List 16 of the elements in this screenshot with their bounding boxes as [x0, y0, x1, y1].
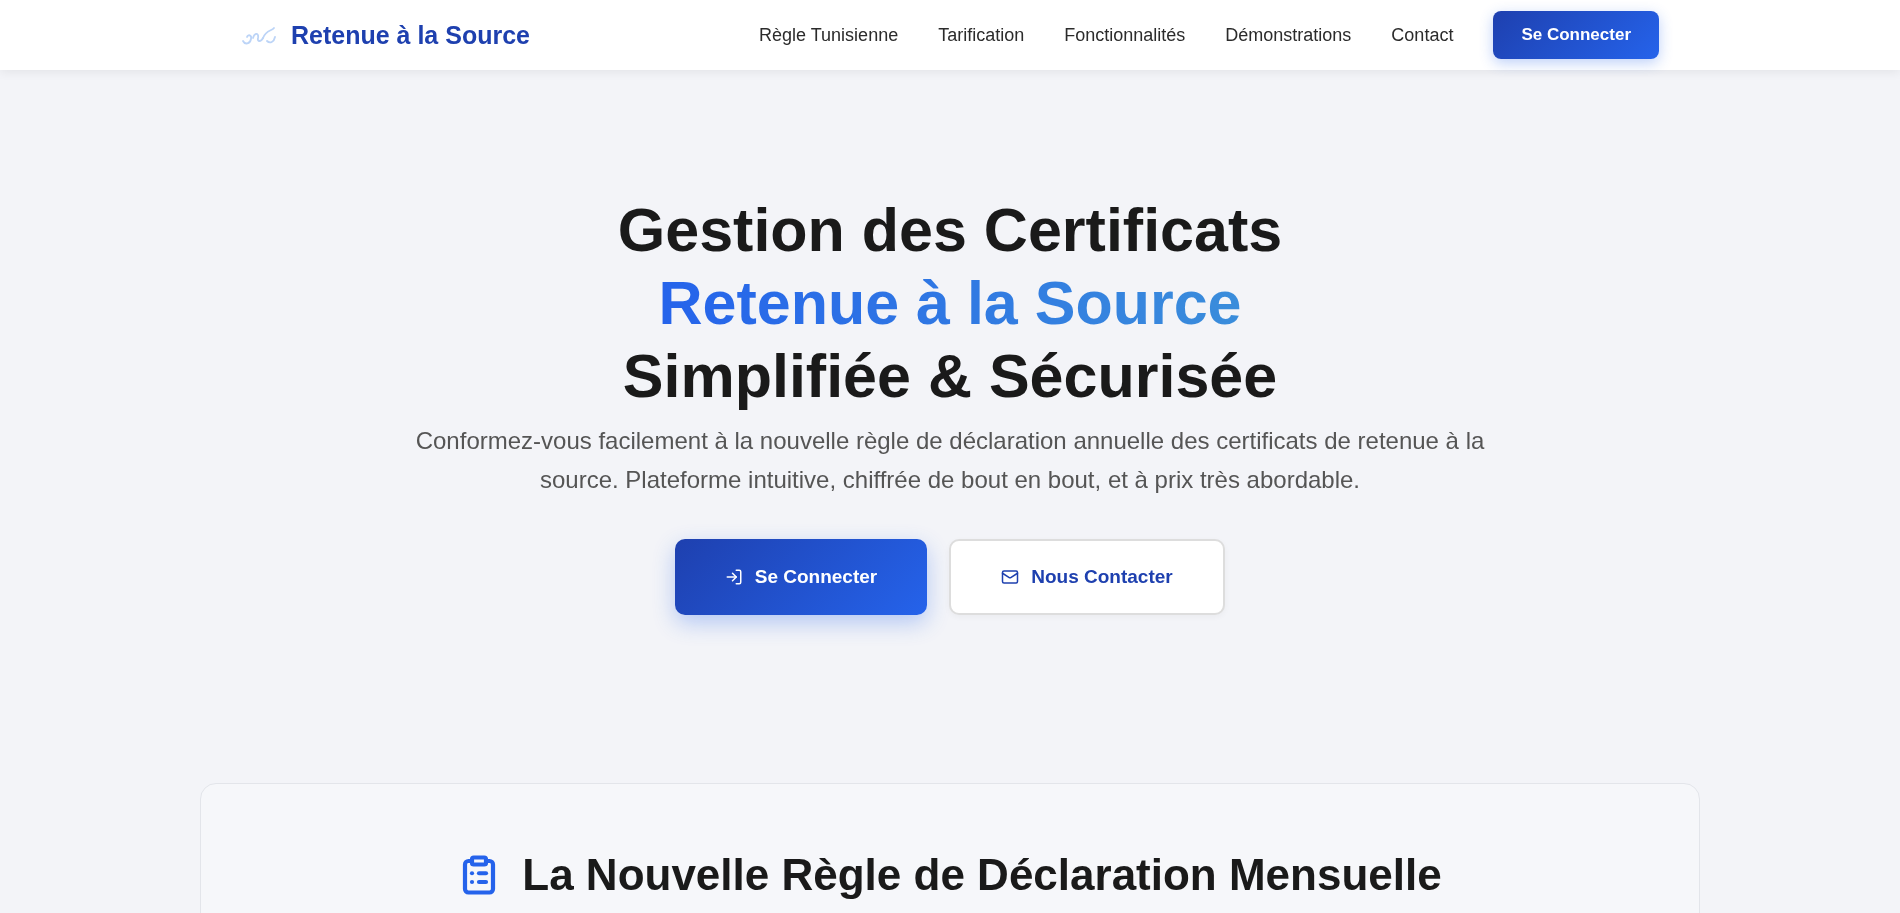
nav-link[interactable]: Démonstrations	[1225, 24, 1352, 46]
hero-subtitle: Conformez-vous facilement à la nouvelle règle de déclaration annuelle des certificats de retenue à la source. Plateforme intuitive, chiffrée de bout en bout, et à prix très abordable.	[414, 426, 1486, 495]
login-button[interactable]: Se Connecter	[1493, 11, 1659, 59]
contact-button[interactable]: Nous Contacter	[949, 539, 1225, 615]
mail-icon	[1001, 568, 1020, 586]
login-icon	[724, 568, 743, 586]
nav-link[interactable]: Fonctionnalités	[1064, 24, 1186, 46]
nav-link[interactable]: Contact	[1391, 24, 1454, 46]
nav-link[interactable]: Règle Tunisienne	[759, 24, 899, 46]
hero-title-line: Simplifiée & Sécurisée	[622, 341, 1278, 412]
hero-title-line: Gestion des Certificats	[617, 195, 1283, 266]
nav-link[interactable]: Tarification	[938, 24, 1025, 46]
login-button[interactable]: Se Connecter	[675, 539, 927, 615]
brand-name: Retenue à la Source	[291, 20, 530, 50]
section-heading: La Nouvelle Règle de Déclaration Mensuelle	[522, 852, 1442, 898]
logo-icon	[241, 24, 277, 46]
